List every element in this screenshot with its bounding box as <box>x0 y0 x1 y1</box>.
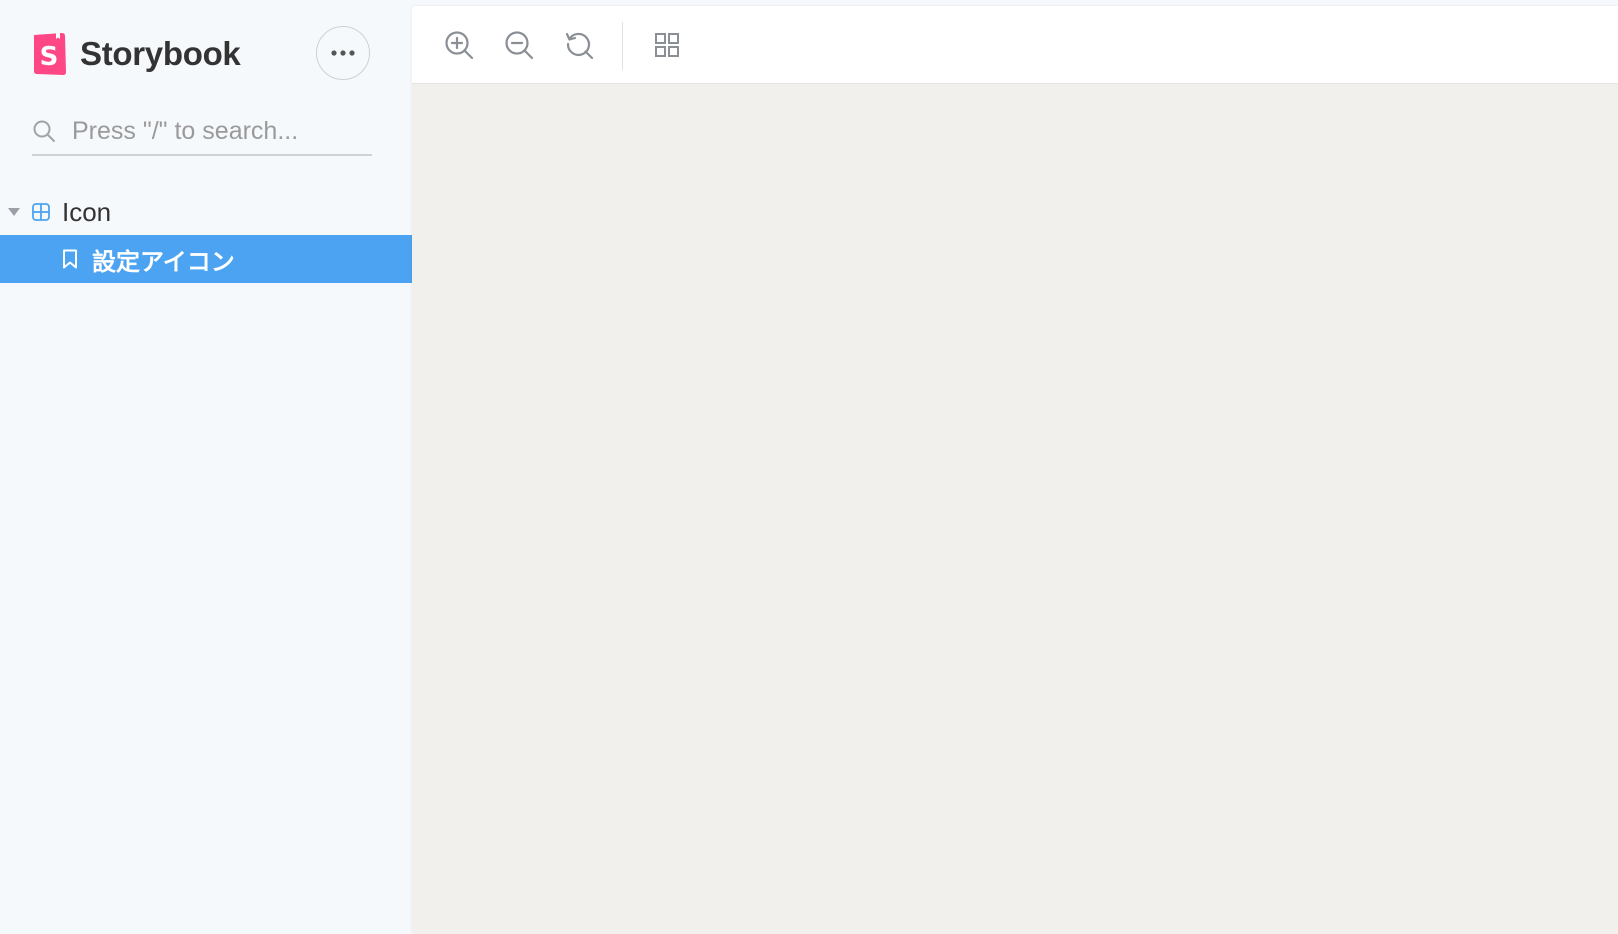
component-icon <box>32 203 50 221</box>
svg-text:S: S <box>40 42 59 72</box>
zoom-in-button[interactable] <box>440 26 478 64</box>
tree-group-icon[interactable]: Icon <box>0 189 412 235</box>
tree-group-label: Icon <box>62 196 112 227</box>
search-icon <box>33 120 55 142</box>
bookmark-icon <box>63 249 77 269</box>
brand-name: Storybook <box>80 35 241 72</box>
story-tree: Icon 設定アイコン <box>0 189 412 283</box>
grid-toggle-button[interactable] <box>648 26 686 64</box>
sidebar: S Storybook Press "/" to search... Icon … <box>0 0 412 934</box>
zoom-reset-icon <box>565 32 594 60</box>
storybook-app: S Storybook Press "/" to search... Icon … <box>0 0 1618 934</box>
zoom-out-icon <box>505 31 534 60</box>
search-box <box>32 108 372 156</box>
preview-panel <box>412 6 1618 934</box>
ellipsis-icon <box>331 50 355 56</box>
tree-story-label: 設定アイコン <box>92 248 235 276</box>
zoom-reset-button[interactable] <box>560 26 598 64</box>
storybook-logo-icon: S <box>34 33 66 75</box>
zoom-out-button[interactable] <box>500 26 538 64</box>
preview-canvas[interactable] <box>412 84 1618 934</box>
caret-down-icon[interactable] <box>8 208 20 216</box>
search-input[interactable] <box>72 116 362 146</box>
menu-button[interactable] <box>316 26 370 80</box>
brand[interactable]: S Storybook <box>32 30 241 78</box>
toolbar-divider <box>622 22 623 70</box>
grid-icon <box>655 33 679 57</box>
zoom-in-icon <box>445 31 474 60</box>
toolbar <box>412 6 1618 84</box>
tree-story-settings-icon[interactable]: 設定アイコン <box>0 235 412 283</box>
